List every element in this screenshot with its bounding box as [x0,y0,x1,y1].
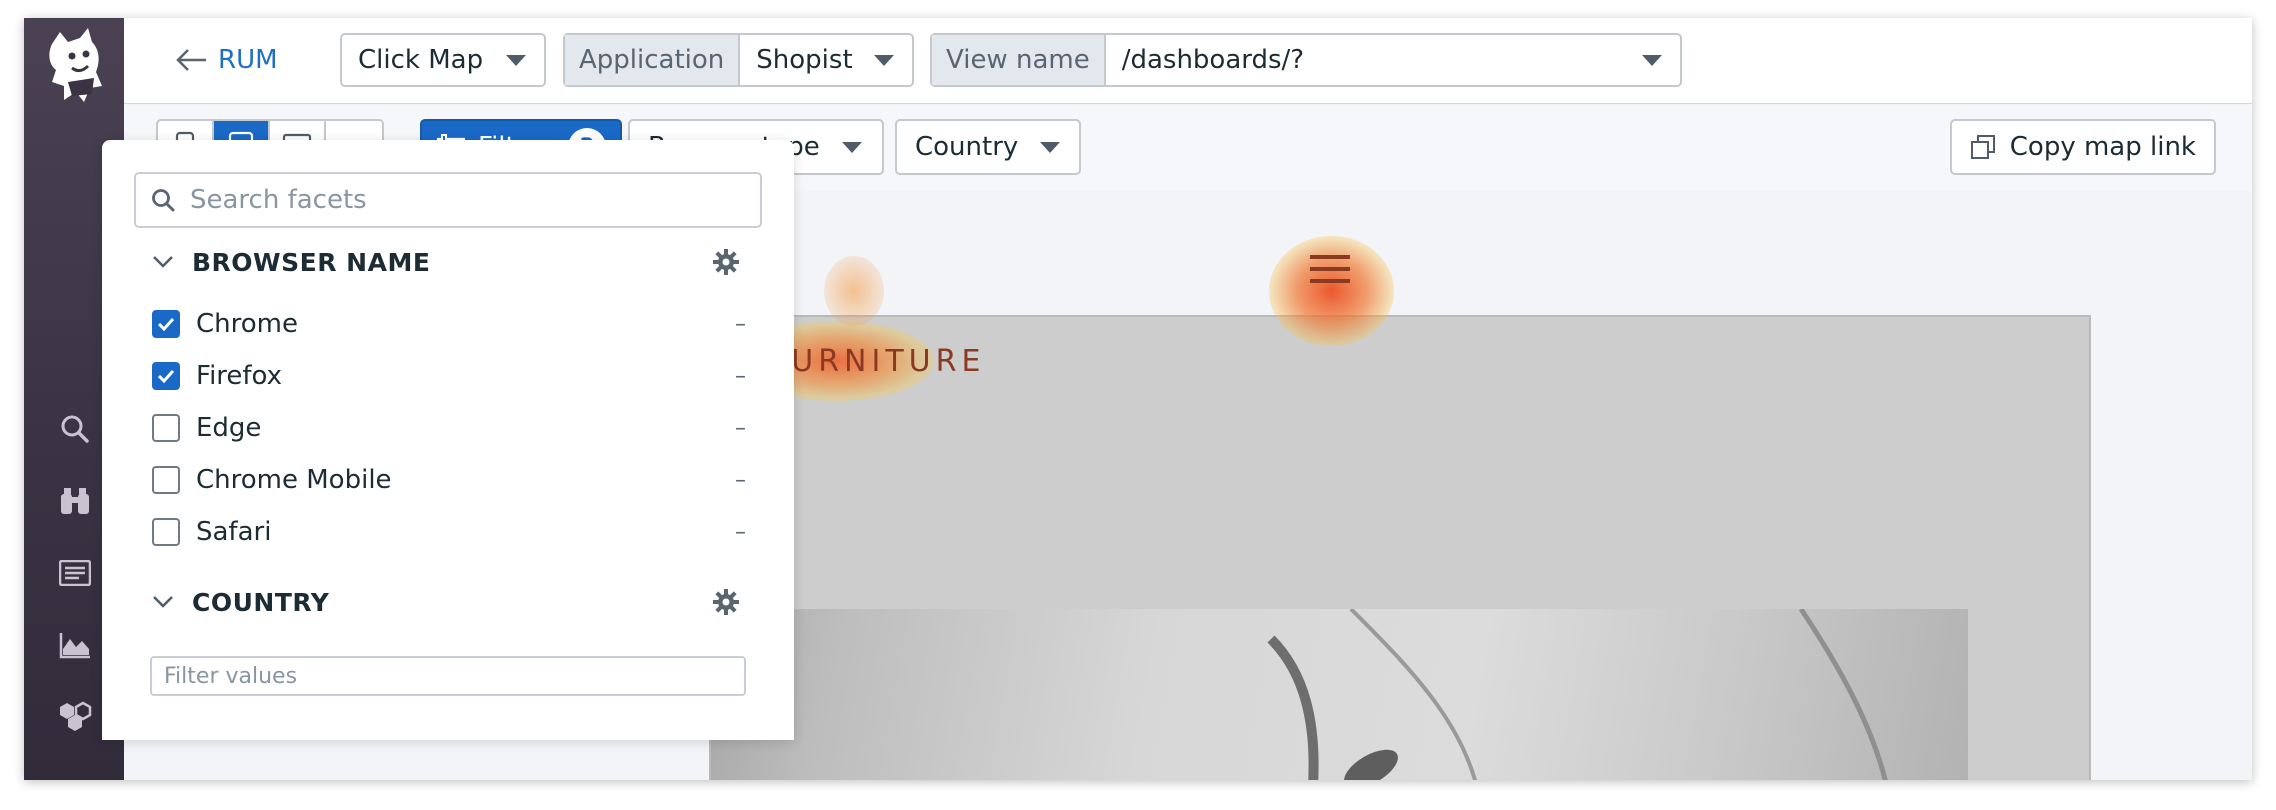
header-bar: RUM Click Map Application Shopist View n… [124,18,2252,104]
logs-icon[interactable] [58,556,92,590]
facet-option-label: Firefox [196,361,283,391]
chevron-down-icon [1040,141,1061,153]
app-window: RUM Click Map Application Shopist View n… [24,18,2252,780]
checkbox-unchecked[interactable] [152,466,180,494]
application-value: Shopist [756,45,853,75]
facet-option-count: – [735,519,746,545]
country-filter-input[interactable] [150,656,746,696]
chevron-down-icon [841,141,862,153]
country-dropdown[interactable]: Country [895,119,1081,175]
facet-option-label: Edge [196,413,262,443]
checkbox-unchecked[interactable] [152,518,180,546]
view-name-select[interactable]: View name /dashboards/? [930,33,1682,87]
view-name-value: /dashboards/? [1121,45,1305,75]
country-facet-title: COUNTRY [192,587,330,617]
facet-search-input[interactable] [190,185,730,215]
facet-search[interactable] [134,172,762,228]
search-icon [152,189,175,212]
checkbox-checked[interactable] [152,310,180,338]
facet-option-edge[interactable]: Edge – [152,408,746,448]
facet-option-label: Chrome Mobile [196,465,392,495]
chevron-down-icon [506,54,526,66]
page-preview [709,315,2091,780]
facet-option-count: – [735,415,746,441]
gear-icon[interactable] [712,248,740,276]
chevron-down-icon [153,596,173,608]
arrow-left-icon [176,49,206,71]
view-type-value: Click Map [358,45,484,75]
facet-option-count: – [735,311,746,337]
facets-panel: BROWSER NAME Chrome – Firefox – Edge – [102,140,794,740]
gear-icon[interactable] [712,588,740,616]
integrations-icon[interactable] [58,700,92,734]
back-link-label: RUM [218,45,278,75]
view-name-label: View name [932,35,1106,85]
page-screenshot [709,315,2091,780]
facet-option-chrome-mobile[interactable]: Chrome Mobile – [152,460,746,500]
chevron-down-icon [874,54,894,66]
facet-option-firefox[interactable]: Firefox – [152,356,746,396]
copy-map-link-button[interactable]: Copy map link [1949,119,2216,175]
facet-option-label: Chrome [196,309,298,339]
browser-name-facet-header[interactable]: BROWSER NAME [152,242,430,282]
search-icon[interactable] [58,412,92,446]
chevron-down-icon [1642,54,1662,66]
facet-option-label: Safari [196,517,272,547]
hamburger-menu-icon [1310,253,1350,285]
checkbox-checked[interactable] [152,362,180,390]
application-select[interactable]: Application Shopist [563,33,914,87]
application-label: Application [565,35,741,85]
back-to-rum-link[interactable]: RUM [174,40,278,80]
furniture-nav-label: FURNITURE [769,344,986,379]
facet-option-count: – [735,363,746,389]
metrics-icon[interactable] [58,628,92,662]
country-facet-header[interactable]: COUNTRY [152,582,329,622]
chevron-down-icon [153,256,173,268]
hero-image [711,609,1968,780]
copy-icon [1970,135,1995,159]
facet-option-count: – [735,467,746,493]
binoculars-icon[interactable] [58,484,92,518]
copy-map-link-label: Copy map link [2009,132,2196,162]
datadog-logo-icon[interactable] [42,26,108,106]
country-label: Country [915,132,1019,162]
checkbox-unchecked[interactable] [152,414,180,442]
browser-name-facet-title: BROWSER NAME [192,247,431,277]
facet-option-chrome[interactable]: Chrome – [152,304,746,344]
view-type-select[interactable]: Click Map [340,33,546,87]
facet-option-safari[interactable]: Safari – [152,512,746,552]
